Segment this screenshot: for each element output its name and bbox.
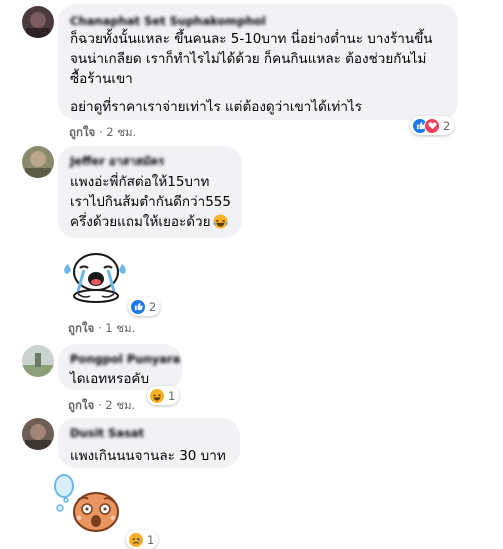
comment-time[interactable]: 2 ชม. bbox=[105, 398, 135, 412]
comment-text-line: ซื้อร้านเขา bbox=[70, 71, 133, 87]
reaction-summary[interactable]: 1 bbox=[126, 530, 159, 549]
like-button[interactable]: ถูกใจ bbox=[68, 398, 94, 412]
shocked-sticker-icon bbox=[52, 474, 130, 540]
comment-bubble: Chanaphat Set Suphakomphol ก็ฉวยทั้งนั้น… bbox=[58, 4, 458, 120]
comment-text-line: อย่าดูที่ราคาเราจ่ายเท่าไร แต่ต้องดูว่าเ… bbox=[70, 99, 362, 115]
reaction-count: 1 bbox=[147, 532, 155, 547]
separator: · bbox=[98, 125, 103, 139]
comment-author[interactable]: Dusit Sasat bbox=[70, 426, 228, 441]
separator: · bbox=[97, 321, 102, 335]
comment-actions: ถูกใจ · 2 ชม. bbox=[69, 124, 136, 142]
laughing-emoji-icon bbox=[213, 214, 228, 235]
reaction-summary[interactable]: 1 bbox=[147, 386, 180, 405]
comment-actions: ถูกใจ · 1 ชม. bbox=[68, 320, 135, 338]
reaction-summary[interactable]: 2 bbox=[128, 297, 161, 316]
avatar[interactable] bbox=[22, 146, 54, 178]
comment-author[interactable]: Chanaphat Set Suphakomphol bbox=[70, 14, 446, 29]
reaction-count: 2 bbox=[443, 118, 451, 133]
reaction-count: 2 bbox=[149, 299, 157, 314]
comment-text-line: เราไปกินส้มตำกันดีกว่า555 bbox=[70, 194, 231, 210]
sad-icon bbox=[128, 531, 144, 548]
comment-author[interactable]: Pongpol Punyara bbox=[70, 352, 180, 367]
love-icon bbox=[424, 117, 440, 134]
like-button[interactable]: ถูกใจ bbox=[69, 125, 95, 139]
comment-time[interactable]: 2 ชม. bbox=[106, 125, 136, 139]
comment-actions: ถูกใจ · 2 ชม. bbox=[68, 397, 135, 415]
comment-text-fragment: ครึ่งด้วยแถมให้เยอะด้วย bbox=[70, 214, 211, 230]
reaction-summary[interactable]: 2 bbox=[410, 116, 455, 135]
like-icon bbox=[130, 298, 146, 315]
comment-bubble: Pongpol Punyara ไดเอทหรอคับ bbox=[58, 344, 182, 390]
reaction-count: 1 bbox=[168, 388, 176, 403]
comment-bubble: Jeffer อาสาสมัคร แพงอ่ะพี่กัสต่อให้15บาท… bbox=[58, 146, 242, 238]
avatar[interactable] bbox=[22, 345, 54, 377]
avatar[interactable] bbox=[22, 418, 54, 450]
comment-text-line: ครึ่งด้วยแถมให้เยอะด้วย bbox=[70, 212, 230, 235]
comment-text-line: จนน่าเกลียด เราก็ทำไรไม่ได้ด้วย ก็คนกินแ… bbox=[70, 51, 427, 67]
comment-text-line: ก็ฉวยทั้งนั้นแหละ ขึ้นคนละ 5-10บาท นี่อย… bbox=[70, 31, 433, 47]
haha-icon bbox=[149, 387, 165, 404]
comment-author[interactable]: Jeffer อาสาสมัคร bbox=[70, 154, 230, 169]
separator: · bbox=[97, 398, 102, 412]
comment-text-line: แพงเกินนนจานละ 30 บาท bbox=[70, 448, 226, 464]
comment-text-line: แพงอ่ะพี่กัสต่อให้15บาท bbox=[70, 174, 210, 190]
comment-bubble: Dusit Sasat แพงเกินนนจานละ 30 บาท bbox=[58, 418, 240, 468]
comment-time[interactable]: 1 ชม. bbox=[105, 321, 135, 335]
like-button[interactable]: ถูกใจ bbox=[68, 321, 94, 335]
avatar[interactable] bbox=[22, 6, 54, 38]
crying-sticker-icon bbox=[62, 246, 128, 308]
